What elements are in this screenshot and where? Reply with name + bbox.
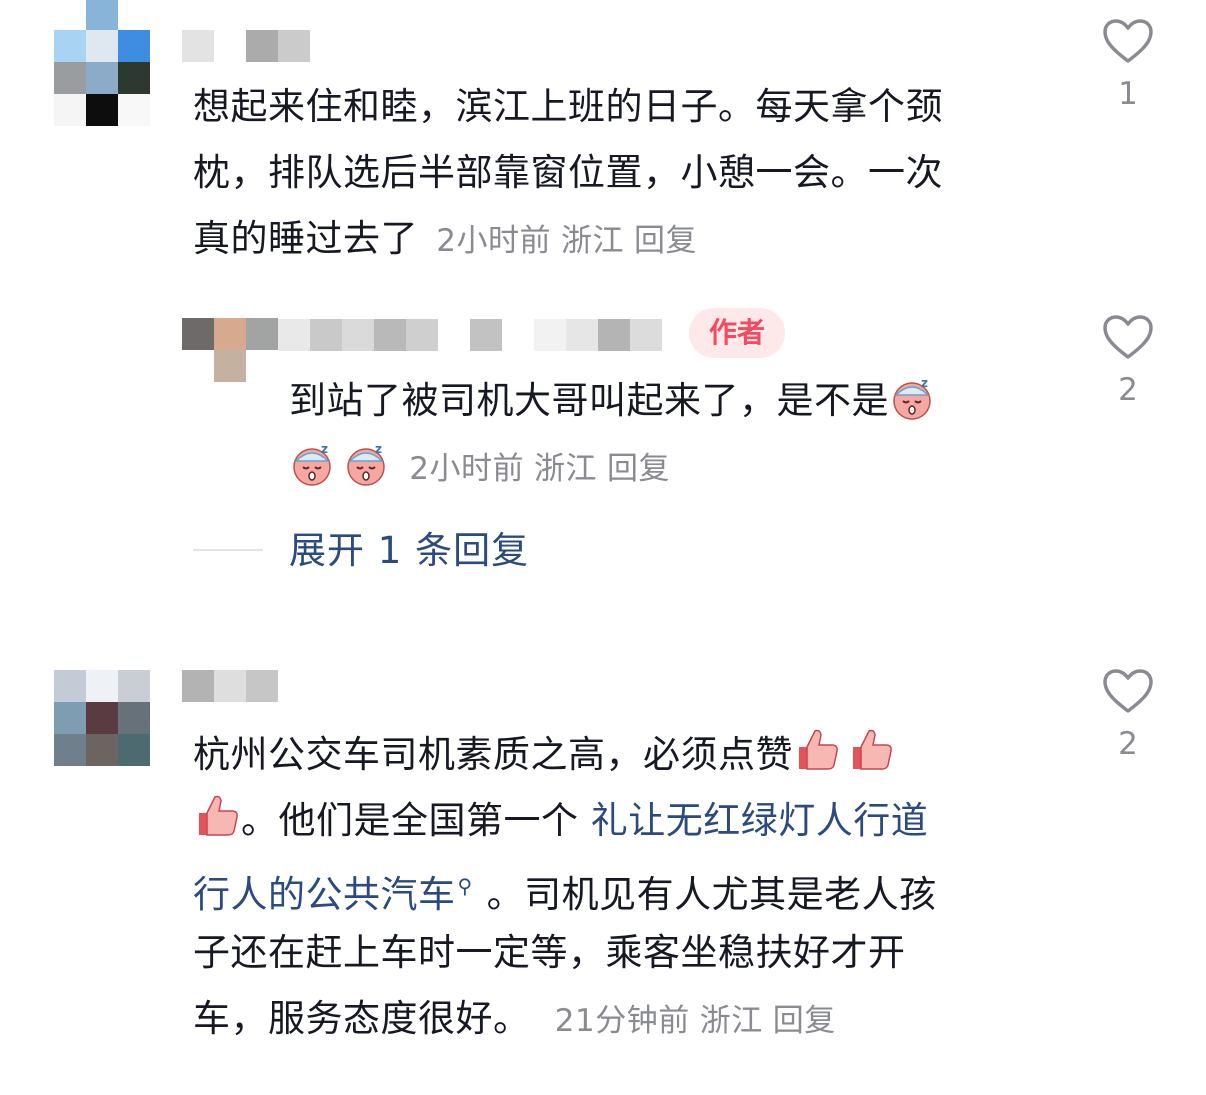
like-button[interactable]: 2 bbox=[1098, 314, 1158, 408]
like-count: 1 bbox=[1118, 76, 1138, 112]
heart-icon bbox=[1103, 19, 1153, 63]
reply-text-line: 到站了被司机大哥叫起来了，是不是 z bbox=[289, 368, 935, 433]
sleeping-face-emoji: z bbox=[343, 441, 389, 487]
avatar[interactable] bbox=[54, 0, 150, 126]
heart-icon bbox=[1103, 315, 1153, 359]
timestamp: 21分钟前 bbox=[554, 1003, 690, 1039]
like-button[interactable]: 2 bbox=[1098, 668, 1158, 762]
svg-text:z: z bbox=[921, 376, 928, 390]
sleeping-face-emoji: z bbox=[289, 441, 335, 487]
location: 浙江 bbox=[534, 451, 597, 487]
comment-text-last-line: 车，服务态度很好。 21分钟前 浙江 回复 bbox=[193, 986, 846, 1054]
thumbs-up-emoji bbox=[193, 791, 241, 839]
topic-link[interactable]: 行人的公共汽车 bbox=[193, 873, 456, 916]
comment-text-line: 子还在赶上车时一定等，乘客坐稳扶好才开 bbox=[193, 931, 906, 974]
reply-text: 到站了被司机大哥叫起来了，是不是 bbox=[289, 379, 889, 422]
comment-text-last-line: 真的睡过去了 2小时前 浙江 回复 bbox=[193, 206, 707, 274]
comment-text-line: 想起来住和睦，滨江上班的日子。每天拿个颈 bbox=[193, 85, 943, 128]
reply-meta: 2小时前 浙江 回复 bbox=[409, 451, 680, 487]
location: 浙江 bbox=[699, 1003, 763, 1039]
topic-link[interactable]: 礼让无红绿灯人行道 bbox=[591, 799, 929, 842]
comment-text-line: 杭州公交车司机素质之高，必须点赞 bbox=[193, 722, 895, 787]
avatar[interactable] bbox=[54, 670, 150, 766]
comment-text-end: 真的睡过去了 bbox=[193, 217, 418, 260]
thumbs-up-emoji bbox=[793, 725, 841, 773]
like-button[interactable]: 1 bbox=[1098, 18, 1158, 112]
author-badge: 作者 bbox=[689, 308, 785, 358]
svg-text:z: z bbox=[375, 442, 382, 456]
reply-button[interactable]: 回复 bbox=[607, 451, 670, 487]
comment-text-line: 行人的公共汽车 ⚲ 。司机见有人尤其是老人孩 bbox=[193, 854, 937, 927]
expand-divider bbox=[193, 549, 263, 551]
comment-text-end: 车，服务态度很好。 bbox=[193, 997, 531, 1040]
comment-meta: 21分钟前 浙江 回复 bbox=[555, 1003, 846, 1039]
reply-button[interactable]: 回复 bbox=[773, 1003, 836, 1039]
reply-button[interactable]: 回复 bbox=[634, 223, 697, 259]
avatar[interactable] bbox=[182, 308, 278, 382]
location: 浙江 bbox=[561, 223, 624, 259]
comment-meta: 2小时前 浙江 回复 bbox=[436, 223, 707, 259]
comment-text-line: 。他们是全国第一个 礼让无红绿灯人行道 bbox=[193, 788, 928, 853]
sleeping-face-emoji: z bbox=[889, 375, 935, 421]
comment-text: 。他们是全国第一个 bbox=[241, 799, 591, 842]
timestamp: 2小时前 bbox=[436, 223, 551, 259]
like-count: 2 bbox=[1118, 372, 1138, 408]
search-icon[interactable]: ⚲ bbox=[458, 874, 473, 898]
expand-replies-button[interactable]: 展开 1 条回复 bbox=[289, 523, 529, 578]
reply-text-last-line: z z 2小时前 浙江 回复 bbox=[289, 434, 680, 502]
comment-text: 杭州公交车司机素质之高，必须点赞 bbox=[193, 733, 793, 776]
comment-text: 。司机见有人尤其是老人孩 bbox=[486, 873, 937, 916]
thumbs-up-emoji bbox=[847, 725, 895, 773]
like-count: 2 bbox=[1118, 726, 1138, 762]
comment-text-line: 枕，排队选后半部靠窗位置，小憩一会。一次 bbox=[193, 151, 943, 194]
svg-text:z: z bbox=[321, 442, 328, 456]
heart-icon bbox=[1103, 669, 1153, 713]
timestamp: 2小时前 bbox=[409, 451, 524, 487]
